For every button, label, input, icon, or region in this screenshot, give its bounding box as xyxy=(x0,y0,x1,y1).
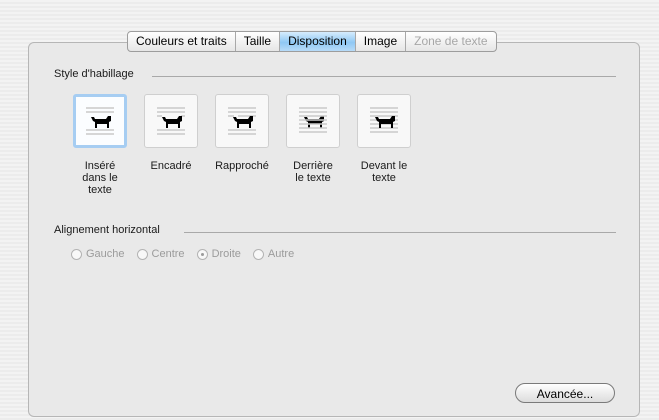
wrap-option-in-front-button[interactable] xyxy=(357,94,411,148)
horizontal-alignment-divider xyxy=(184,232,616,233)
radio-autre-circle[interactable] xyxy=(252,248,264,260)
wrap-style-divider xyxy=(152,76,616,77)
tab-couleurs-et-traits[interactable]: Couleurs et traits xyxy=(128,32,236,51)
wrap-option-in-front[interactable]: Devant le texte xyxy=(349,94,419,184)
radio-centre-circle[interactable] xyxy=(136,248,148,260)
wrap-option-behind[interactable]: Derrière le texte xyxy=(278,94,348,184)
radio-droite[interactable]: Droite xyxy=(196,248,241,260)
radio-autre-label: Autre xyxy=(267,248,295,260)
wrap-option-in-front-label: Devant le texte xyxy=(360,160,408,184)
radio-gauche-label: Gauche xyxy=(86,248,125,260)
inline-dog-icon xyxy=(86,107,114,135)
wrap-option-square-button[interactable] xyxy=(144,94,198,148)
radio-centre-label: Centre xyxy=(151,248,185,260)
tight-dog-icon xyxy=(228,107,256,135)
wrap-option-inline-label: Inséré dans le texte xyxy=(82,160,118,196)
radio-centre[interactable]: Centre xyxy=(136,248,185,260)
wrap-option-tight[interactable]: Rapproché xyxy=(207,94,277,172)
wrap-option-inline[interactable]: Inséré dans le texte xyxy=(65,94,135,196)
tab-disposition[interactable]: Disposition xyxy=(280,32,356,51)
wrap-option-behind-label: Derrière le texte xyxy=(293,160,333,184)
wrap-option-square[interactable]: Encadré xyxy=(136,94,206,172)
radio-autre[interactable]: Autre xyxy=(252,248,295,260)
tab-taille[interactable]: Taille xyxy=(236,32,281,51)
advanced-button[interactable]: Avancée... xyxy=(515,383,615,403)
wrap-option-square-label: Encadré xyxy=(150,160,192,172)
tab-bar: Couleurs et traits Taille Disposition Im… xyxy=(127,31,497,52)
square-dog-icon xyxy=(157,107,185,135)
radio-droite-circle[interactable] xyxy=(196,248,208,260)
horizontal-alignment-label: Alignement horizontal xyxy=(54,224,160,236)
radio-gauche[interactable]: Gauche xyxy=(71,248,125,260)
behind-text-dog-icon xyxy=(299,107,327,133)
alignment-radio-group: Gauche Centre Droite Autre xyxy=(71,248,306,260)
radio-gauche-circle[interactable] xyxy=(71,248,82,260)
wrap-option-inline-button[interactable] xyxy=(73,94,127,148)
tab-image[interactable]: Image xyxy=(356,32,407,51)
tab-zone-de-texte: Zone de texte xyxy=(414,34,488,48)
wrap-option-tight-label: Rapproché xyxy=(215,160,269,172)
wrap-style-label: Style d'habillage xyxy=(54,68,134,80)
in-front-dog-icon xyxy=(370,107,398,133)
wrap-option-behind-button[interactable] xyxy=(286,94,340,148)
radio-droite-label: Droite xyxy=(211,248,241,260)
wrap-option-tight-button[interactable] xyxy=(215,94,269,148)
